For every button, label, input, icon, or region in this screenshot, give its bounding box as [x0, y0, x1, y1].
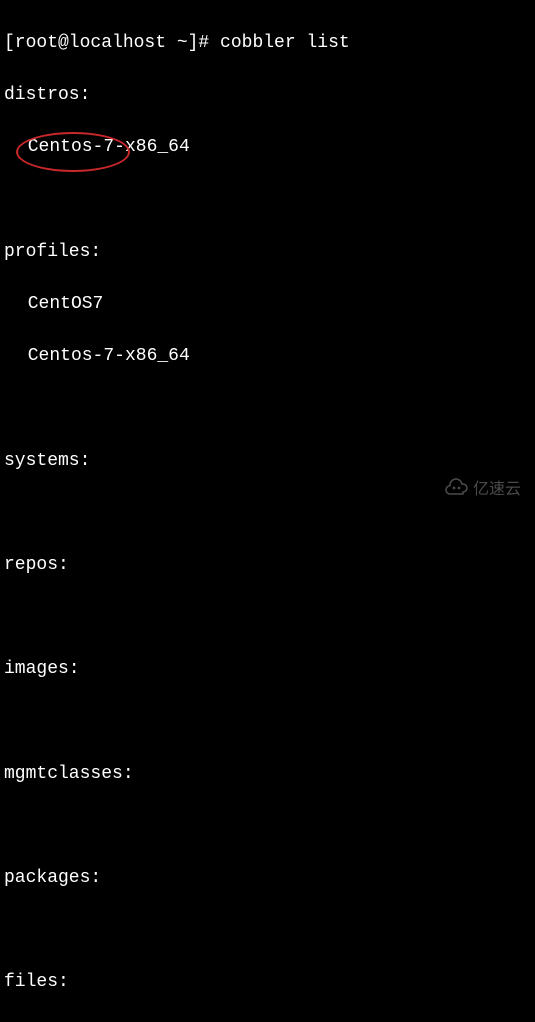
terminal-output: [root@localhost ~]# cobbler list distros… [0, 0, 535, 1022]
section-distros-label: distros: [4, 82, 535, 108]
watermark: 亿速云 [443, 475, 521, 499]
section-files-label: files: [4, 969, 535, 995]
distros-item: Centos-7-x86_64 [4, 134, 535, 160]
profiles-item-centos7: CentOS7 [4, 291, 535, 317]
section-packages-label: packages: [4, 865, 535, 891]
blank-line [4, 500, 535, 526]
profiles-item-centos7x86: Centos-7-x86_64 [4, 343, 535, 369]
blank-line [4, 813, 535, 839]
command-text: cobbler list [220, 33, 350, 53]
blank-line [4, 917, 535, 943]
section-systems-label: systems: [4, 448, 535, 474]
section-profiles-label: profiles: [4, 239, 535, 265]
blank-line [4, 604, 535, 630]
section-images-label: images: [4, 656, 535, 682]
cloud-icon [443, 478, 469, 496]
blank-line [4, 187, 535, 213]
prompt-line-1: [root@localhost ~]# cobbler list [4, 30, 535, 56]
section-mgmtclasses-label: mgmtclasses: [4, 761, 535, 787]
shell-prompt: [root@localhost ~]# [4, 33, 220, 53]
watermark-text: 亿速云 [473, 475, 521, 499]
section-repos-label: repos: [4, 552, 535, 578]
blank-line [4, 395, 535, 421]
blank-line [4, 709, 535, 735]
